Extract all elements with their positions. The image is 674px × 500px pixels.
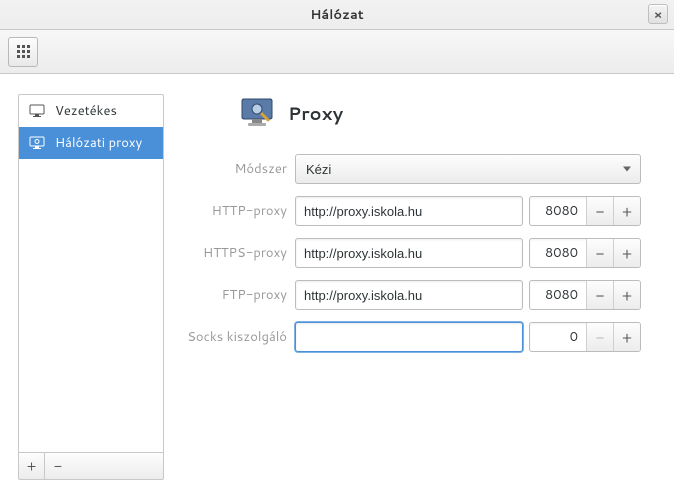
https-port-value[interactable]: 8080	[530, 239, 586, 267]
https-port-decrement[interactable]: −	[586, 239, 613, 267]
plus-icon: +	[27, 456, 37, 476]
ftp-port-decrement[interactable]: −	[586, 281, 613, 309]
window-title: Hálózat	[310, 6, 364, 24]
window-close-button[interactable]: ×	[648, 4, 668, 24]
http-port-decrement[interactable]: −	[586, 197, 613, 225]
titlebar: Hálózat ×	[0, 0, 674, 30]
connection-list: Vezetékes Hálózati proxy	[18, 94, 164, 452]
wired-network-icon	[29, 103, 45, 119]
label-https: HTTPS-proxy	[174, 244, 289, 262]
http-port-increment[interactable]: +	[613, 197, 640, 225]
proxy-form: Módszer Kézi HTTP-proxy 8080 − + HTTPS-p…	[174, 154, 656, 352]
plus-icon: +	[622, 285, 632, 306]
sidebar-column: Vezetékes Hálózati proxy + −	[0, 74, 164, 500]
minus-icon: −	[596, 201, 605, 222]
applications-button[interactable]	[8, 37, 38, 67]
proxy-icon	[29, 135, 45, 151]
add-connection-button[interactable]: +	[19, 453, 45, 479]
sidebar-item-wired[interactable]: Vezetékes	[19, 95, 163, 127]
label-ftp: FTP-proxy	[174, 286, 289, 304]
method-combo[interactable]: Kézi	[295, 154, 641, 184]
socks-port-spinner[interactable]: 0 − +	[529, 322, 641, 352]
ftp-port-spinner[interactable]: 8080 − +	[529, 280, 641, 310]
label-method: Módszer	[174, 160, 289, 178]
http-host-input[interactable]	[295, 196, 523, 226]
plus-icon: +	[622, 201, 632, 222]
http-port-value[interactable]: 8080	[530, 197, 586, 225]
method-combo-wrap: Kézi	[295, 154, 641, 184]
https-port-spinner[interactable]: 8080 − +	[529, 238, 641, 268]
ftp-port-value[interactable]: 8080	[530, 281, 586, 309]
plus-icon: +	[622, 327, 632, 348]
https-port-increment[interactable]: +	[613, 239, 640, 267]
apps-grid-icon	[17, 45, 30, 58]
minus-icon: −	[596, 327, 605, 348]
ftp-port-increment[interactable]: +	[613, 281, 640, 309]
label-socks: Socks kiszolgáló	[174, 328, 289, 346]
minus-icon: −	[596, 243, 605, 264]
sidebar-item-proxy[interactable]: Hálózati proxy	[19, 127, 163, 159]
sidebar-footer: + −	[18, 452, 164, 480]
close-icon: ×	[654, 6, 663, 23]
page-heading: Proxy	[240, 96, 656, 130]
http-port-spinner[interactable]: 8080 − +	[529, 196, 641, 226]
sidebar-item-label: Hálózati proxy	[55, 134, 142, 152]
toolbar	[0, 30, 674, 74]
label-http: HTTP-proxy	[174, 202, 289, 220]
minus-icon: −	[596, 285, 605, 306]
socks-port-decrement[interactable]: −	[586, 323, 613, 351]
sidebar-item-label: Vezetékes	[55, 102, 117, 120]
main-panel: Proxy Módszer Kézi HTTP-proxy 8080 − + H…	[164, 74, 674, 500]
minus-icon: −	[54, 456, 62, 476]
proxy-large-icon	[240, 96, 274, 130]
socks-port-value[interactable]: 0	[530, 323, 586, 351]
ftp-host-input[interactable]	[295, 280, 523, 310]
remove-connection-button[interactable]: −	[45, 453, 71, 479]
https-host-input[interactable]	[295, 238, 523, 268]
plus-icon: +	[622, 243, 632, 264]
socks-port-increment[interactable]: +	[613, 323, 640, 351]
page-title: Proxy	[288, 100, 343, 126]
socks-host-input[interactable]	[295, 322, 523, 352]
